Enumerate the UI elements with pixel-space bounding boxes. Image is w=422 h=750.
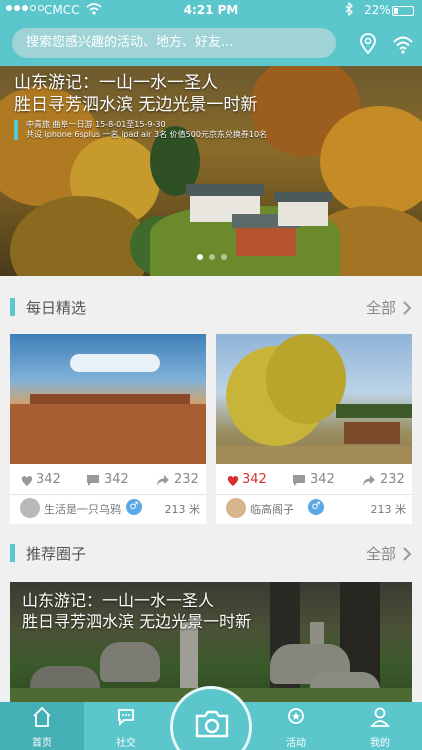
home-icon <box>33 706 51 727</box>
carousel-dot[interactable] <box>197 254 203 260</box>
recommended-circles-header: 推荐圈子 全部 <box>0 534 422 574</box>
tab-activities[interactable]: 活动 <box>254 702 338 750</box>
banner-title-line2: 胜日寻芳泗水滨 无边光景一时新 <box>14 95 258 115</box>
share-icon[interactable] <box>156 474 170 487</box>
banner-sub-line2: 共设 iphone 6splus 一名 ipad air 3名 价值500元京东… <box>26 130 268 139</box>
tab-label: 社交 <box>116 738 136 749</box>
tab-label: 首页 <box>32 738 52 749</box>
comment-icon[interactable] <box>292 474 306 487</box>
tab-social[interactable]: 社交 <box>84 702 168 750</box>
view-all-link[interactable]: 全部 <box>366 543 396 564</box>
location-pin-icon[interactable] <box>358 33 378 55</box>
daily-picks-header: 每日精选 全部 <box>0 288 422 328</box>
carousel-indicator[interactable] <box>197 254 227 260</box>
wifi-icon[interactable] <box>392 33 414 55</box>
circle-title-line1: 山东游记：一山一水一圣人 <box>22 591 215 610</box>
like-count: 342 <box>242 472 267 487</box>
distance-label: 213 米 <box>164 503 201 516</box>
section-title: 推荐圈子 <box>26 545 87 563</box>
tab-label: 我的 <box>370 738 390 749</box>
header: CMCC 4:21 PM 22% 搜索您感兴趣的活动、地方、好友... <box>0 0 422 66</box>
comment-icon[interactable] <box>86 474 100 487</box>
bluetooth-icon <box>345 2 353 16</box>
male-gender-icon: ♂ <box>126 499 142 515</box>
author-name[interactable]: 生活是一只乌鸦 <box>44 501 121 517</box>
share-count: 232 <box>174 472 199 487</box>
like-count: 342 <box>36 472 61 487</box>
person-icon <box>370 707 390 727</box>
circle-banner-title: 山东游记：一山一水一圣人 胜日寻芳泗水滨 无边光景一时新 <box>22 590 251 632</box>
chevron-right-icon[interactable] <box>402 546 412 562</box>
app: CMCC 4:21 PM 22% 搜索您感兴趣的活动、地方、好友... 山东游记… <box>0 0 422 750</box>
banner-sub-line1: 中青旅 曲阜一日游 15-8-01至15-9-30 <box>26 120 166 129</box>
divider <box>216 494 412 495</box>
battery-icon <box>392 6 414 16</box>
section-accent-bar <box>10 544 15 562</box>
chat-icon <box>118 709 134 727</box>
avatar[interactable] <box>226 498 246 518</box>
card-stats: 342 342 232 <box>10 472 206 492</box>
featured-banner[interactable]: 山东游记：一山一水一圣人 胜日寻芳泗水滨 无边光景一时新 中青旅 曲阜一日游 1… <box>0 66 422 276</box>
banner-title-line1: 山东游记：一山一水一圣人 <box>14 73 218 93</box>
distance-label: 213 米 <box>370 503 407 516</box>
banner-subtitle: 中青旅 曲阜一日游 15-8-01至15-9-30 共设 iphone 6spl… <box>14 120 267 140</box>
badge-icon <box>288 708 304 724</box>
share-icon[interactable] <box>362 474 376 487</box>
circle-banner[interactable]: 山东游记：一山一水一圣人 胜日寻芳泗水滨 无边光景一时新 <box>10 582 412 702</box>
heart-icon[interactable] <box>20 474 34 487</box>
feed-card[interactable]: 342 342 232 临高阁子 ♂ 213 米 <box>216 334 412 524</box>
camera-icon <box>195 710 229 738</box>
author-name[interactable]: 临高阁子 <box>250 501 294 517</box>
tab-label: 活动 <box>286 738 306 749</box>
share-count: 232 <box>380 472 405 487</box>
tab-me[interactable]: 我的 <box>338 702 422 750</box>
avatar[interactable] <box>20 498 40 518</box>
card-photo <box>216 334 412 464</box>
search-placeholder: 搜索您感兴趣的活动、地方、好友... <box>26 35 234 50</box>
section-accent-bar <box>10 298 15 316</box>
status-bar: CMCC 4:21 PM 22% <box>0 0 422 22</box>
circle-title-line2: 胜日寻芳泗水滨 无边光景一时新 <box>22 612 252 631</box>
status-time: 4:21 PM <box>183 3 239 17</box>
banner-title: 山东游记：一山一水一圣人 胜日寻芳泗水滨 无边光景一时新 <box>14 72 257 116</box>
chevron-right-icon[interactable] <box>402 300 412 316</box>
carousel-dot[interactable] <box>221 254 227 260</box>
carousel-dot[interactable] <box>209 254 215 260</box>
section-title: 每日精选 <box>26 299 87 317</box>
search-input[interactable]: 搜索您感兴趣的活动、地方、好友... <box>12 28 336 58</box>
tab-home[interactable]: 首页 <box>0 702 84 750</box>
comment-count: 342 <box>310 472 335 487</box>
card-stats: 342 342 232 <box>216 472 412 492</box>
divider <box>10 494 206 495</box>
feed-card[interactable]: 342 342 232 生活是一只乌鸦 ♂ 213 米 <box>10 334 206 524</box>
card-photo <box>10 334 206 464</box>
card-author[interactable]: 生活是一只乌鸦 ♂ 213 米 <box>20 498 200 520</box>
male-gender-icon: ♂ <box>308 499 324 515</box>
card-author[interactable]: 临高阁子 ♂ 213 米 <box>226 498 406 520</box>
view-all-link[interactable]: 全部 <box>366 297 396 318</box>
heart-icon[interactable] <box>226 474 240 487</box>
battery-percent: 22% <box>364 3 391 17</box>
comment-count: 342 <box>104 472 129 487</box>
